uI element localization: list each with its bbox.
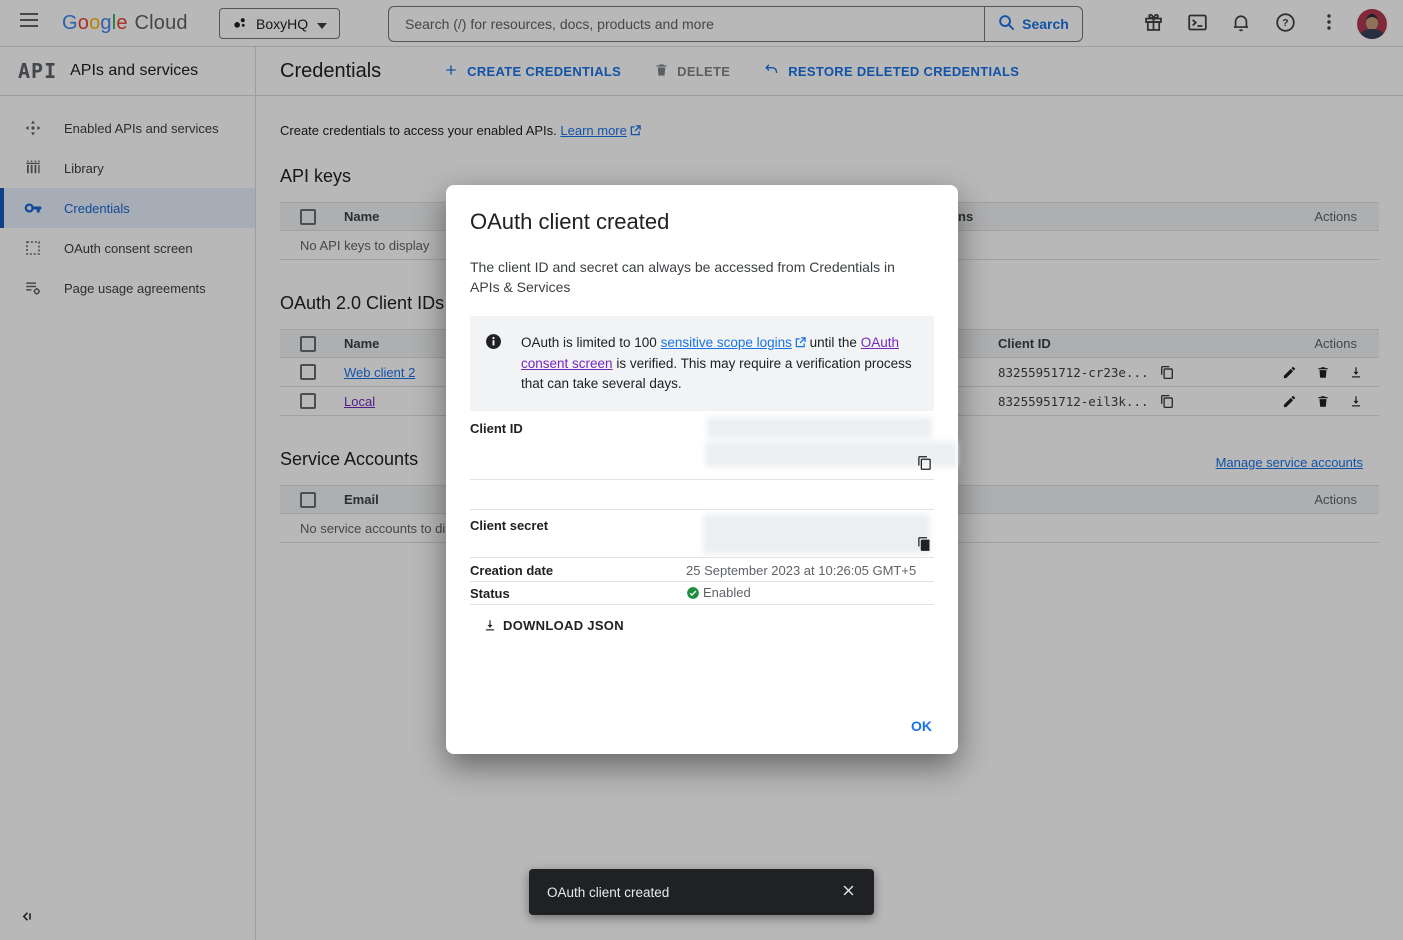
sensitive-scope-logins-link[interactable]: sensitive scope logins xyxy=(661,335,792,350)
external-link-icon xyxy=(795,334,806,354)
copy-client-secret-button[interactable] xyxy=(917,536,932,555)
creation-date-row: Creation date 25 September 2023 at 10:26… xyxy=(470,558,934,582)
ok-button[interactable]: OK xyxy=(911,718,932,734)
close-icon xyxy=(841,883,856,901)
creation-date-value: 25 September 2023 at 10:26:05 GMT+5 xyxy=(686,563,916,578)
status-value: Enabled xyxy=(686,585,751,600)
status-row: Status Enabled xyxy=(470,582,934,605)
client-secret-row: Client secret xyxy=(470,510,934,558)
oauth-limit-notice: OAuth is limited to 100 sensitive scope … xyxy=(470,316,934,411)
screen: Google Cloud BoxyHQ Search xyxy=(0,0,1403,940)
dialog-subtitle: The client ID and secret can always be a… xyxy=(470,257,915,297)
download-icon xyxy=(483,618,497,633)
client-id-label: Client ID xyxy=(470,421,523,436)
toast-close-button[interactable] xyxy=(841,883,856,901)
client-id-row: Client ID xyxy=(470,415,934,480)
client-secret-label: Client secret xyxy=(470,518,548,533)
oauth-client-created-dialog: OAuth client created The client ID and s… xyxy=(446,185,958,754)
toast: OAuth client created xyxy=(529,869,874,915)
info-icon xyxy=(485,333,502,394)
redacted-client-secret xyxy=(703,514,930,554)
dialog-title: OAuth client created xyxy=(470,209,934,235)
check-circle-icon xyxy=(686,586,700,600)
status-label: Status xyxy=(470,586,510,601)
download-json-button[interactable]: DOWNLOAD JSON xyxy=(483,618,624,633)
notice-text: OAuth is limited to 100 sensitive scope … xyxy=(521,333,913,394)
redacted-client-id xyxy=(707,417,932,439)
dialog-fields: Client ID Client secret Creation date 25… xyxy=(470,415,934,633)
copy-client-id-button[interactable] xyxy=(917,455,932,474)
toast-message: OAuth client created xyxy=(547,885,669,900)
spacer-row xyxy=(470,480,934,510)
creation-date-label: Creation date xyxy=(470,563,553,578)
